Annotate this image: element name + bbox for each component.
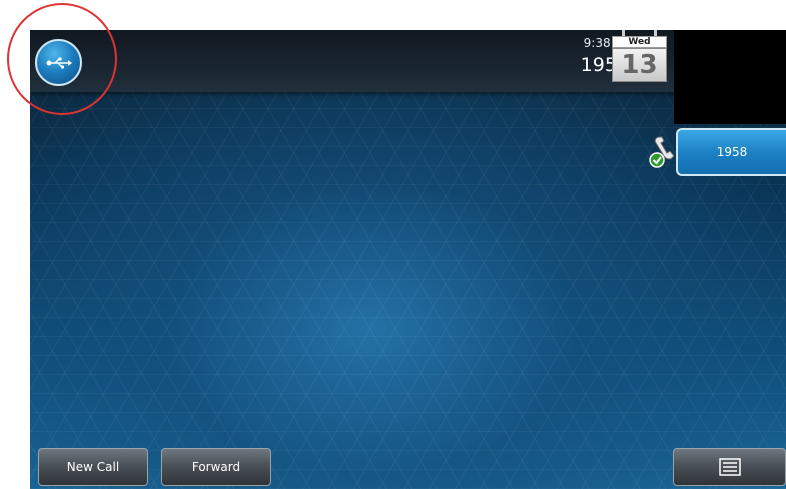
new-call-label: New Call [66, 460, 120, 474]
menu-button[interactable] [673, 448, 786, 486]
forward-label: Forward [191, 460, 241, 474]
calendar-icon: Wed 13 [612, 30, 667, 82]
calendar-day-number: 13 [612, 48, 667, 82]
line-key-label: 1958 [716, 145, 748, 159]
usb-icon [46, 57, 72, 69]
usb-button[interactable] [35, 39, 82, 86]
forward-button[interactable]: Forward [161, 448, 271, 486]
phone-screen: 9:38 AM 1958 Wed 13 1958 New Call Forwar… [30, 30, 786, 489]
calendar-day-name: Wed [612, 36, 667, 48]
line-key-panel [674, 30, 786, 124]
line-key-1958[interactable]: 1958 [676, 128, 786, 176]
status-bar [30, 30, 786, 92]
new-call-button[interactable]: New Call [38, 448, 148, 486]
menu-icon [718, 458, 741, 476]
